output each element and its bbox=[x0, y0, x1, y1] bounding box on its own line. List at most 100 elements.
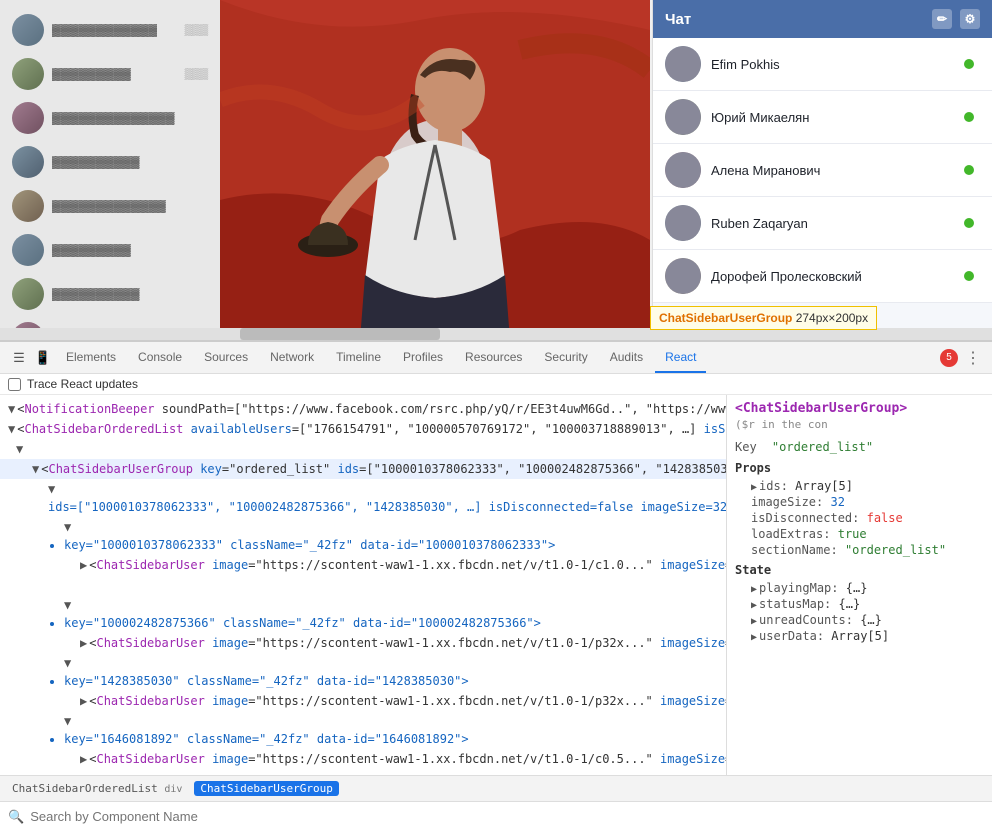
devtools-code-panel: <NotificationBeeper soundPath=["https://… bbox=[0, 395, 727, 775]
devtools-more-menu[interactable]: ⋮ bbox=[962, 347, 984, 369]
expand-triangle[interactable] bbox=[80, 694, 87, 708]
chat-header-icons: ✏ ⚙ bbox=[932, 9, 980, 29]
props-key-value: "ordered_list" bbox=[772, 440, 873, 454]
code-line[interactable]: <ChatSidebarUser image="https://scontent… bbox=[0, 555, 726, 575]
props-sub-label: ($r in the con bbox=[735, 418, 984, 431]
code-line[interactable]: key="1000010378062333" className="_42fz"… bbox=[0, 517, 726, 555]
code-line[interactable]: ids=["1000010378062333", "10000248287536… bbox=[0, 479, 726, 517]
expand-triangle[interactable] bbox=[64, 520, 71, 534]
chat-user-name: Ruben Zaqaryan bbox=[711, 216, 964, 231]
tab-timeline[interactable]: Timeline bbox=[326, 342, 391, 373]
expand-triangle[interactable] bbox=[80, 752, 87, 766]
sidebar-item-4[interactable]: ▓▓▓▓▓▓▓▓▓▓ bbox=[0, 140, 220, 184]
chat-user-name: Алена Миранович bbox=[711, 163, 964, 178]
devtools-panel: ☰ 📱 Elements Console Sources Network Tim… bbox=[0, 340, 992, 831]
tooltip-component-name: ChatSidebarUserGroup bbox=[659, 311, 792, 325]
chat-user-item[interactable]: Алена Миранович bbox=[653, 144, 992, 197]
props-key-row: Key "ordered_list" bbox=[735, 439, 984, 455]
code-line[interactable] bbox=[0, 439, 726, 459]
devtools-device-icon[interactable]: 📱 bbox=[32, 347, 54, 369]
chat-sidebar: Чат ✏ ⚙ Efim Pokhis Юрий Микаелян Алена … bbox=[652, 0, 992, 340]
devtools-main: <NotificationBeeper soundPath=["https://… bbox=[0, 395, 992, 775]
tab-network[interactable]: Network bbox=[260, 342, 324, 373]
code-line[interactable]: <NotificationBeeper soundPath=["https://… bbox=[0, 399, 726, 419]
expand-triangle[interactable] bbox=[64, 656, 71, 670]
expand-triangle[interactable] bbox=[48, 482, 55, 496]
search-input[interactable] bbox=[30, 809, 984, 824]
code-line[interactable] bbox=[0, 575, 726, 595]
chat-user-name: Efim Pokhis bbox=[711, 57, 964, 72]
sidebar-avatar-4 bbox=[12, 146, 44, 178]
expand-triangle[interactable] bbox=[8, 422, 15, 436]
props-key-label: Key bbox=[735, 440, 757, 454]
sidebar-item-5[interactable]: ▓▓▓▓▓▓▓▓▓▓▓▓▓ bbox=[0, 184, 220, 228]
trace-checkbox[interactable] bbox=[8, 378, 21, 391]
sidebar-avatar-5 bbox=[12, 190, 44, 222]
code-line[interactable]: <ChatSidebarUserGroup key="ordered_list"… bbox=[0, 459, 726, 479]
breadcrumb-item[interactable]: ChatSidebarOrderedList div bbox=[8, 781, 186, 796]
sidebar-item-text-7: ▓▓▓▓▓▓▓▓▓▓ bbox=[52, 287, 208, 301]
state-items-container: ▶playingMap: {…}▶statusMap: {…}▶unreadCo… bbox=[735, 581, 984, 643]
tab-console[interactable]: Console bbox=[128, 342, 192, 373]
code-line[interactable]: <ChatSidebarUser image="https://scontent… bbox=[0, 691, 726, 711]
expand-triangle[interactable] bbox=[80, 558, 87, 572]
chat-user-name: Дорофей Пролесковский bbox=[711, 269, 964, 284]
tab-react[interactable]: React bbox=[655, 342, 706, 373]
code-line[interactable]: key="100002482875366" className="_42fz" … bbox=[0, 595, 726, 633]
sidebar-item-7[interactable]: ▓▓▓▓▓▓▓▓▓▓ bbox=[0, 272, 220, 316]
tab-resources[interactable]: Resources bbox=[455, 342, 532, 373]
sidebar-item-text-4: ▓▓▓▓▓▓▓▓▓▓ bbox=[52, 155, 208, 169]
props-section-label: Props bbox=[735, 461, 984, 475]
tab-sources[interactable]: Sources bbox=[194, 342, 258, 373]
online-indicator bbox=[964, 59, 974, 69]
devtools-search-bar[interactable]: 🔍 bbox=[0, 801, 992, 831]
chat-user-item[interactable]: Юрий Микаелян bbox=[653, 91, 992, 144]
tab-elements[interactable]: Elements bbox=[56, 342, 126, 373]
sidebar-item-count-1: ▒▒▒ bbox=[185, 24, 208, 36]
props-item: sectionName: "ordered_list" bbox=[735, 543, 984, 557]
props-item: ▶ids: Array[5] bbox=[735, 479, 984, 493]
expand-triangle[interactable] bbox=[8, 402, 15, 416]
sidebar-item-1[interactable]: ▓▓▓▓▓▓▓▓▓▓▓▓ ▒▒▒ bbox=[0, 8, 220, 52]
code-line[interactable]: <ChatSidebarOrderedList availableUsers=[… bbox=[0, 419, 726, 439]
chat-user-avatar bbox=[665, 99, 701, 135]
sidebar-avatar-2 bbox=[12, 58, 44, 90]
devtools-inspect-icon[interactable]: ☰ bbox=[8, 347, 30, 369]
expand-triangle[interactable] bbox=[32, 462, 39, 476]
sidebar-item-2[interactable]: ▓▓▓▓▓▓▓▓▓ ▒▒▒ bbox=[0, 52, 220, 96]
chat-settings-icon[interactable]: ⚙ bbox=[960, 9, 980, 29]
code-line[interactable]: key="1428385030" className="_42fz" data-… bbox=[0, 653, 726, 691]
chat-user-item[interactable]: Efim Pokhis bbox=[653, 38, 992, 91]
code-line[interactable]: <ChatSidebarUser image="https://scontent… bbox=[0, 749, 726, 769]
sidebar-item-6[interactable]: ▓▓▓▓▓▓▓▓▓ bbox=[0, 228, 220, 272]
expand-triangle[interactable] bbox=[64, 714, 71, 728]
online-indicator bbox=[964, 218, 974, 228]
tab-audits[interactable]: Audits bbox=[600, 342, 653, 373]
chat-user-item[interactable]: Дорофей Пролесковский bbox=[653, 250, 992, 303]
chat-user-item[interactable]: Ruben Zaqaryan bbox=[653, 197, 992, 250]
scroll-thumb[interactable] bbox=[240, 328, 440, 340]
online-indicator bbox=[964, 165, 974, 175]
chat-header: Чат ✏ ⚙ bbox=[653, 0, 992, 38]
painting-area bbox=[220, 0, 650, 340]
expand-triangle[interactable] bbox=[64, 598, 71, 612]
sidebar-item-3[interactable]: ▓▓▓▓▓▓▓▓▓▓▓▓▓▓ bbox=[0, 96, 220, 140]
tab-profiles[interactable]: Profiles bbox=[393, 342, 453, 373]
online-indicator bbox=[964, 112, 974, 122]
state-item: ▶statusMap: {…} bbox=[735, 597, 984, 611]
sidebar-avatar-7 bbox=[12, 278, 44, 310]
tab-security[interactable]: Security bbox=[534, 342, 597, 373]
breadcrumb-item[interactable]: ChatSidebarUserGroup bbox=[194, 781, 338, 796]
chat-user-list: Efim Pokhis Юрий Микаелян Алена Миранови… bbox=[653, 38, 992, 340]
devtools-props-panel: <ChatSidebarUserGroup> ($r in the con Ke… bbox=[727, 395, 992, 775]
code-line[interactable]: <ChatSidebarUser image="https://scontent… bbox=[0, 633, 726, 653]
error-count-badge: 5 bbox=[940, 349, 958, 367]
expand-triangle[interactable] bbox=[16, 442, 23, 456]
expand-triangle[interactable] bbox=[80, 636, 87, 650]
browser-content-area: ▓▓▓▓▓▓▓▓▓▓▓▓ ▒▒▒ ▓▓▓▓▓▓▓▓▓ ▒▒▒ ▓▓▓▓▓▓▓▓▓… bbox=[0, 0, 992, 340]
props-item: isDisconnected: false bbox=[735, 511, 984, 525]
chat-edit-icon[interactable]: ✏ bbox=[932, 9, 952, 29]
code-line[interactable]: key="1646081892" className="_42fz" data-… bbox=[0, 711, 726, 749]
chat-user-avatar bbox=[665, 46, 701, 82]
props-item: imageSize: 32 bbox=[735, 495, 984, 509]
